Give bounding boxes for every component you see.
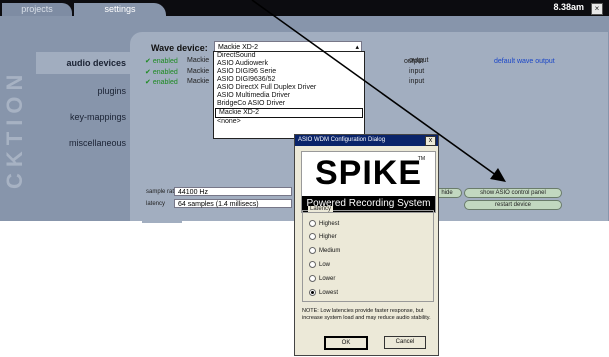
top-bar: projects settings 8.38am ×	[0, 0, 609, 16]
sample-rate-field[interactable]: 44100 Hz	[174, 187, 292, 196]
restart-device-button[interactable]: restart device	[464, 200, 562, 210]
latency-group: Latency Highest Higher Medium Low Lower …	[302, 206, 434, 302]
radio-icon	[309, 247, 316, 254]
dropdown-option[interactable]: <none>	[214, 118, 364, 126]
radio-low[interactable]: Low	[309, 261, 330, 269]
settings-nav: audio devices plugins key-mappings misce…	[36, 46, 132, 221]
spike-logo: SPIKE TM Powered Recording System	[301, 151, 436, 213]
nav-miscellaneous[interactable]: miscellaneous	[36, 132, 132, 154]
device-name: Mackie	[187, 78, 210, 85]
device-direction: input	[409, 78, 425, 85]
latency-note: NOTE: Low latencies provide faster respo…	[302, 308, 431, 321]
nav-key-mappings[interactable]: key-mappings	[36, 106, 132, 128]
device-direction: output	[409, 57, 429, 64]
dropdown-option[interactable]: ASIO DIGI9636/52	[214, 76, 364, 84]
logo-trademark: TM	[417, 156, 425, 162]
sample-rate-label: sample rate	[146, 189, 178, 195]
radio-lower[interactable]: Lower	[309, 275, 335, 283]
enabled-check[interactable]: ✔ enabled	[145, 78, 178, 86]
radio-medium[interactable]: Medium	[309, 247, 340, 255]
radio-icon	[309, 275, 316, 282]
brand-logo: CKTION	[2, 68, 27, 189]
dialog-title: ASIO WDM Configuration Dialog	[295, 135, 438, 146]
radio-lowest[interactable]: Lowest	[309, 289, 338, 297]
dropdown-option[interactable]: ASIO DirectX Full Duplex Driver	[214, 84, 364, 92]
radio-highest[interactable]: Highest	[309, 220, 339, 228]
latency-field[interactable]: 64 samples (1.4 millisecs)	[174, 199, 292, 208]
enabled-check[interactable]: ✔ enabled	[145, 57, 178, 65]
dropdown-option[interactable]: DirectSound	[214, 52, 364, 60]
dropdown-option[interactable]: ASIO Multimedia Driver	[214, 92, 364, 100]
close-icon[interactable]: ×	[591, 3, 603, 15]
device-direction: input	[409, 68, 425, 75]
panel-tab-stub	[142, 219, 182, 223]
device-name: Mackie	[187, 68, 210, 75]
wave-device-value: Mackie XD-2	[218, 44, 259, 51]
tab-settings[interactable]: settings	[74, 3, 166, 16]
close-icon[interactable]: x	[425, 136, 436, 146]
dropdown-option[interactable]: ASIO DIGI96 Serie	[214, 68, 364, 76]
radio-selected-icon	[309, 289, 316, 296]
nav-plugins[interactable]: plugins	[36, 80, 132, 102]
ok-button[interactable]: OK	[324, 336, 368, 350]
radio-icon	[309, 261, 316, 268]
tab-projects[interactable]: projects	[2, 3, 72, 16]
dropdown-option[interactable]: BridgeCo ASIO Driver	[214, 100, 364, 108]
clock: 8.38am	[553, 2, 584, 12]
wave-device-label: Wave device:	[151, 43, 208, 53]
radio-icon	[309, 220, 316, 227]
dropdown-option-selected[interactable]: Mackie XD-2	[215, 108, 363, 118]
cancel-button[interactable]: Cancel	[384, 336, 426, 349]
radio-higher[interactable]: Higher	[309, 233, 337, 241]
latency-group-label: Latency	[308, 206, 334, 212]
radio-icon	[309, 233, 316, 240]
show-asio-control-panel-button[interactable]: show ASIO control panel	[464, 188, 562, 198]
latency-label: latency	[146, 201, 166, 207]
enabled-check[interactable]: ✔ enabled	[145, 68, 178, 76]
wave-device-dropdown[interactable]: DirectSound ASIO Audiowerk ASIO DIGI96 S…	[213, 51, 365, 139]
asio-config-dialog: ASIO WDM Configuration Dialog x SPIKE TM…	[294, 134, 439, 356]
logo-wordmark: SPIKE	[314, 154, 423, 192]
device-name: Mackie	[187, 57, 210, 64]
dropdown-option[interactable]: ASIO Audiowerk	[214, 60, 364, 68]
nav-audio-devices[interactable]: audio devices	[36, 52, 132, 74]
